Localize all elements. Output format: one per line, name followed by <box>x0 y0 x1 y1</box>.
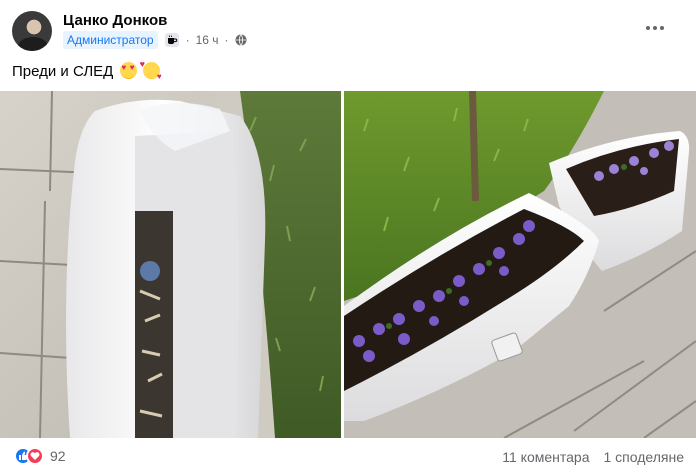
hearts-face-emoji-icon <box>140 59 162 81</box>
before-photo[interactable] <box>0 91 341 438</box>
post-time[interactable]: 16 ч <box>196 33 219 47</box>
coffee-cup-icon[interactable] <box>164 32 180 48</box>
after-photo[interactable] <box>344 91 696 438</box>
shares-count[interactable]: 1 споделяне <box>604 449 685 465</box>
engagement-counts: 11 коментара 1 споделяне <box>502 449 684 465</box>
meta-separator-2: · <box>224 33 229 47</box>
author-avatar[interactable] <box>12 11 52 51</box>
author-name[interactable]: Цанко Донков <box>63 12 167 29</box>
facebook-post: Цанко Донков Администратор · 16 ч · Пред… <box>0 0 696 473</box>
globe-icon[interactable] <box>235 34 247 46</box>
heart-eyes-emoji-icon <box>119 62 137 79</box>
reaction-count[interactable]: 92 <box>50 448 66 464</box>
post-text: Преди и СЛЕД <box>12 59 162 81</box>
meta-separator: · <box>185 33 190 47</box>
comments-count[interactable]: 11 коментара <box>502 449 589 465</box>
post-meta: Администратор · 16 ч · <box>63 31 247 49</box>
more-options-icon[interactable] <box>644 20 666 36</box>
admin-badge[interactable]: Администратор <box>63 31 158 49</box>
post-text-content: Преди и СЛЕД <box>12 63 114 80</box>
love-icon <box>26 447 44 465</box>
reactions-summary[interactable]: 92 <box>14 447 66 465</box>
